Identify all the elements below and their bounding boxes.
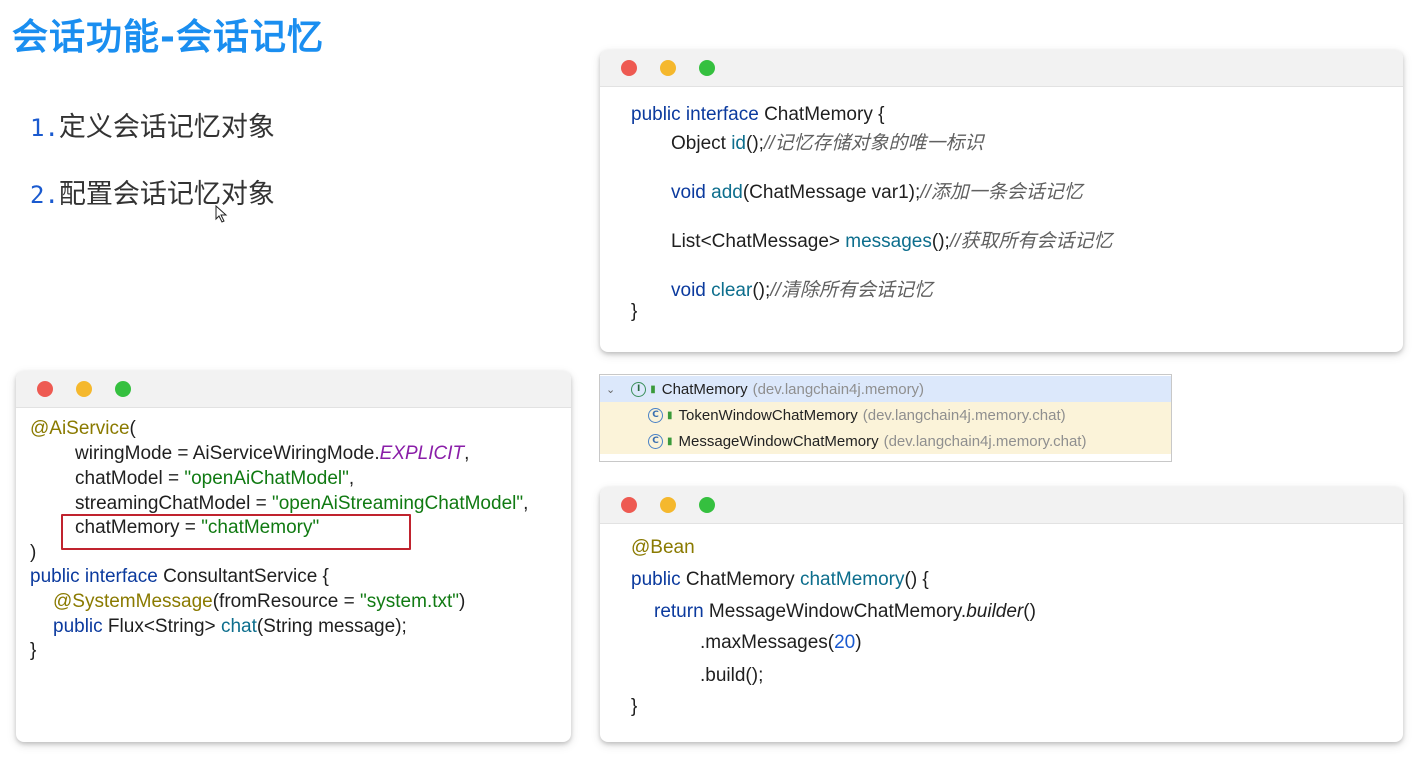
code-line: public ChatMemory chatMemory() { — [631, 569, 929, 590]
tree-item-label: MessageWindowChatMemory — [678, 432, 879, 450]
window-titlebar — [600, 487, 1403, 524]
code-line: .maxMessages(20) — [700, 632, 862, 653]
maximize-dot-icon[interactable] — [115, 381, 131, 397]
step-2-text: 配置会话记忆对象 — [58, 179, 275, 210]
step-2: 2.配置会话记忆对象 — [30, 172, 275, 211]
tree-item-tokenwindow[interactable]: C ▮ TokenWindowChatMemory (dev.langchain… — [600, 402, 1171, 428]
code-line: public interface ChatMemory { — [631, 104, 885, 125]
maximize-dot-icon[interactable] — [699, 60, 715, 76]
public-lock-icon: ▮ — [650, 383, 656, 395]
step-2-number: 2. — [30, 181, 59, 209]
code-line: return MessageWindowChatMemory.builder() — [654, 601, 1036, 622]
code-line: wiringMode = AiServiceWiringMode.EXPLICI… — [75, 443, 470, 464]
tree-item-package: (dev.langchain4j.memory) — [752, 380, 925, 398]
tree-item-package: (dev.langchain4j.memory.chat) — [883, 432, 1087, 450]
class-icon: C — [648, 433, 663, 449]
tree-item-chatmemory[interactable]: ⌄ I ▮ ChatMemory (dev.langchain4j.memory… — [600, 376, 1171, 402]
step-1: 1.定义会话记忆对象 — [30, 105, 275, 144]
code-line: Object id();//记忆存储对象的唯一标识 — [671, 133, 984, 154]
window-titlebar — [16, 371, 571, 408]
code-line: @Bean — [631, 537, 695, 558]
window-titlebar — [600, 50, 1403, 87]
code-line: void clear();//清除所有会话记忆 — [671, 280, 933, 301]
maximize-dot-icon[interactable] — [699, 497, 715, 513]
bean-code-window: @Bean public ChatMemory chatMemory() { r… — [600, 487, 1403, 742]
tree-item-label: TokenWindowChatMemory — [678, 406, 858, 424]
code-line: public interface ConsultantService { — [30, 566, 329, 587]
minimize-dot-icon[interactable] — [660, 497, 676, 513]
close-dot-icon[interactable] — [621, 60, 637, 76]
minimize-dot-icon[interactable] — [76, 381, 92, 397]
chatmemory-interface-window: public interface ChatMemory { Object id(… — [600, 50, 1403, 352]
tree-item-messagewindow[interactable]: C ▮ MessageWindowChatMemory (dev.langcha… — [600, 428, 1171, 454]
code-line: streamingChatModel = "openAiStreamingCha… — [75, 493, 529, 514]
interface-icon: I — [631, 381, 647, 397]
minimize-dot-icon[interactable] — [660, 60, 676, 76]
code-line: List<ChatMessage> messages();//获取所有会话记忆 — [671, 231, 1113, 252]
code-line: .build(); — [700, 665, 764, 686]
code-line: chatModel = "openAiChatModel", — [75, 468, 355, 489]
code-line: ) — [30, 542, 37, 563]
code-line: public Flux<String> chat(String message)… — [53, 616, 407, 637]
step-1-number: 1. — [30, 114, 59, 142]
tree-item-label: ChatMemory — [661, 380, 748, 398]
tree-item-package: (dev.langchain4j.memory.chat) — [862, 406, 1066, 424]
code-line: @SystemMessage(fromResource = "system.tx… — [53, 591, 466, 612]
close-dot-icon[interactable] — [37, 381, 53, 397]
page-title: 会话功能-会话记忆 — [12, 17, 324, 58]
type-hierarchy-tree: ⌄ I ▮ ChatMemory (dev.langchain4j.memory… — [599, 374, 1172, 462]
code-line: @AiService( — [30, 418, 136, 439]
public-lock-icon: ▮ — [667, 435, 673, 447]
aiservice-code-window: @AiService( wiringMode = AiServiceWiring… — [16, 371, 571, 742]
code-line: } — [30, 640, 37, 661]
public-lock-icon: ▮ — [667, 409, 673, 421]
step-1-text: 定义会话记忆对象 — [58, 112, 275, 143]
chatmemory-highlight-box — [61, 514, 411, 550]
close-dot-icon[interactable] — [621, 497, 637, 513]
code-line: } — [631, 696, 638, 717]
code-line: } — [631, 301, 638, 322]
code-line: void add(ChatMessage var1);//添加一条会话记忆 — [671, 182, 1083, 203]
mouse-cursor-icon — [215, 205, 228, 223]
chevron-down-icon[interactable]: ⌄ — [606, 383, 615, 396]
class-icon: C — [648, 407, 663, 423]
